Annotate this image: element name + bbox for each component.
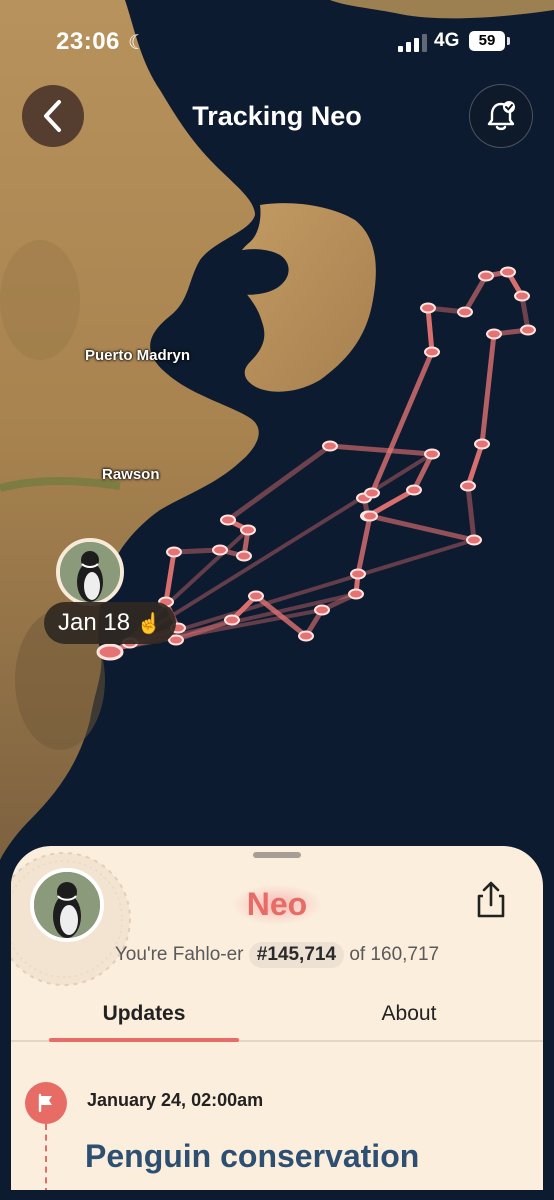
track-point[interactable] <box>420 302 436 314</box>
status-bar: 23:06 ☾ 4G 59 <box>0 0 554 80</box>
track-point[interactable] <box>500 266 516 278</box>
current-date-chip[interactable]: Jan 18 ☝ <box>44 602 176 644</box>
penguin-name: Neo <box>230 884 324 925</box>
track-point[interactable] <box>314 604 330 616</box>
track-point[interactable] <box>460 480 476 492</box>
network-type: 4G <box>434 30 460 51</box>
track-point[interactable] <box>362 510 378 522</box>
track-point[interactable] <box>322 440 338 452</box>
rank-total: of 160,717 <box>349 944 440 965</box>
update-date: January 24, 02:00am <box>87 1090 264 1110</box>
status-time: 23:06 <box>56 28 120 55</box>
current-date-label: Jan 18 <box>58 609 131 636</box>
track-point[interactable] <box>236 550 252 562</box>
fahlo-rank: You're Fahlo-er #145,714 of 160,717 <box>11 942 543 968</box>
track-point[interactable] <box>424 448 440 460</box>
timeline-line <box>45 1124 47 1190</box>
current-location-marker[interactable] <box>96 643 124 661</box>
battery-cap <box>507 37 510 45</box>
track-point[interactable] <box>248 590 264 602</box>
map-label-puerto-madryn: Puerto Madryn <box>85 347 191 364</box>
track-point[interactable] <box>220 514 236 526</box>
track-point[interactable] <box>168 634 184 646</box>
notification-button[interactable] <box>469 84 533 148</box>
track-point[interactable] <box>466 534 482 546</box>
track-point[interactable] <box>514 290 530 302</box>
tab-updates[interactable]: Updates <box>49 988 239 1040</box>
rank-prefix: You're Fahlo-er <box>114 944 244 965</box>
track-point[interactable] <box>364 487 380 499</box>
penguin-avatar-pin[interactable] <box>56 538 124 606</box>
bell-check-icon <box>487 101 515 131</box>
track-point[interactable] <box>486 328 502 340</box>
signal-icon <box>398 34 427 52</box>
rank-badge: #145,714 <box>248 942 345 968</box>
track-point[interactable] <box>240 524 256 536</box>
sheet-grabber[interactable] <box>253 852 301 858</box>
track-point[interactable] <box>478 270 494 282</box>
track-point[interactable] <box>166 546 182 558</box>
tab-about[interactable]: About <box>314 988 504 1040</box>
track-point[interactable] <box>298 630 314 642</box>
map-label-rawson: Rawson <box>102 466 160 483</box>
penguin-photo <box>60 542 120 602</box>
tab-bar: Updates About <box>11 988 543 1044</box>
share-icon[interactable] <box>473 880 509 920</box>
flag-icon <box>25 1082 67 1124</box>
profile-sheet[interactable]: Neo You're Fahlo-er #145,714 of 160,717 … <box>11 846 543 1190</box>
battery-icon: 59 <box>469 31 505 51</box>
penguin-name-wrap: Neo <box>11 884 543 925</box>
track-point[interactable] <box>457 306 473 318</box>
track-point[interactable] <box>348 588 364 600</box>
moon-icon: ☾ <box>128 32 146 54</box>
track-point[interactable] <box>406 484 422 496</box>
track-point[interactable] <box>424 346 440 358</box>
track-point[interactable] <box>520 324 536 336</box>
track-point[interactable] <box>474 438 490 450</box>
update-title[interactable]: Penguin conservation <box>85 1138 419 1175</box>
tab-active-indicator <box>49 1038 239 1042</box>
track-point[interactable] <box>224 614 240 626</box>
pointer-icon: ☝ <box>136 613 162 635</box>
track-point[interactable] <box>212 544 228 556</box>
track-point[interactable] <box>350 568 366 580</box>
